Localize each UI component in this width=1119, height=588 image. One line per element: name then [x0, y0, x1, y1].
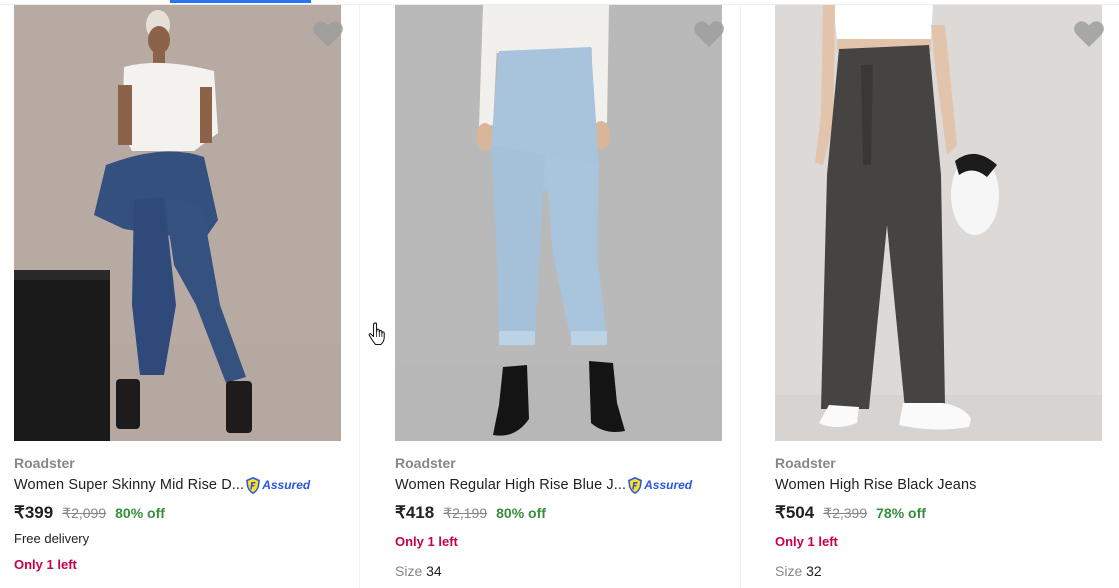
product-image[interactable]: [775, 5, 1102, 441]
size-value: 34: [426, 563, 442, 579]
selling-price: ₹399: [14, 503, 54, 522]
discount-label: 78% off: [876, 505, 926, 521]
original-price: ₹2,199: [443, 505, 488, 521]
product-title[interactable]: Women Super Skinny Mid Rise D...: [14, 477, 244, 493]
size-value: 32: [806, 563, 822, 579]
assured-badge: Assured: [245, 476, 310, 495]
size-label: Size: [395, 563, 423, 579]
product-photo-icon: [395, 5, 722, 441]
product-title[interactable]: Women High Rise Black Jeans: [775, 477, 977, 493]
wishlist-heart-icon[interactable]: [1073, 19, 1105, 49]
discount-label: 80% off: [115, 505, 165, 521]
size-info: Size 34: [395, 563, 442, 579]
product-brand: Roadster: [395, 455, 456, 471]
product-photo-icon: [775, 5, 1102, 441]
delivery-info: Free delivery: [14, 531, 90, 546]
selling-price: ₹504: [775, 503, 815, 522]
assured-badge-icon: [628, 476, 643, 494]
product-title[interactable]: Women Regular High Rise Blue J...: [395, 477, 626, 493]
active-filter-indicator: [170, 0, 311, 3]
assured-badge-icon: [246, 476, 261, 494]
price-row: ₹399 ₹2,099 80% off: [14, 503, 165, 523]
stock-status: Only 1 left: [14, 557, 77, 572]
product-brand: Roadster: [775, 455, 836, 471]
size-label: Size: [775, 563, 803, 579]
product-image[interactable]: [395, 5, 722, 441]
grid-divider: [359, 5, 360, 588]
selling-price: ₹418: [395, 503, 435, 522]
assured-badge: Assured: [627, 476, 692, 495]
original-price: ₹2,399: [823, 505, 868, 521]
product-title-row[interactable]: Women Regular High Rise Blue J... Assure…: [395, 473, 692, 497]
grid-divider: [740, 5, 741, 588]
product-card[interactable]: Roadster Women High Rise Black Jeans ₹50…: [775, 5, 1105, 588]
stock-status: Only 1 left: [395, 534, 458, 549]
product-title-row[interactable]: Women High Rise Black Jeans: [775, 473, 977, 497]
discount-label: 80% off: [496, 505, 546, 521]
stock-status: Only 1 left: [775, 534, 838, 549]
assured-label: Assured: [262, 478, 311, 492]
price-row: ₹418 ₹2,199 80% off: [395, 503, 546, 523]
product-brand: Roadster: [14, 455, 75, 471]
size-info: Size 32: [775, 563, 822, 579]
product-image[interactable]: [14, 5, 341, 441]
assured-label: Assured: [644, 478, 693, 492]
original-price: ₹2,099: [62, 505, 107, 521]
product-card[interactable]: Roadster Women Regular High Rise Blue J.…: [395, 5, 725, 588]
price-row: ₹504 ₹2,399 78% off: [775, 503, 926, 523]
hand-cursor-icon: [368, 322, 385, 346]
product-title-row[interactable]: Women Super Skinny Mid Rise D... Assured: [14, 473, 310, 497]
product-card[interactable]: Roadster Women Super Skinny Mid Rise D..…: [14, 5, 344, 588]
product-photo-icon: [14, 5, 341, 441]
wishlist-heart-icon[interactable]: [312, 19, 344, 49]
wishlist-heart-icon[interactable]: [693, 19, 725, 49]
